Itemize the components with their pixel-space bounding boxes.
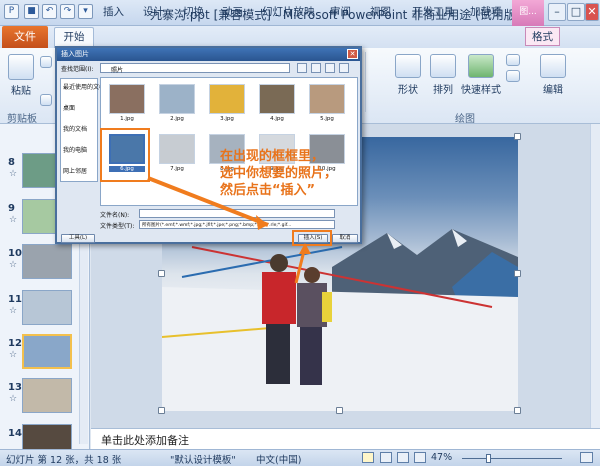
instruction-callout: 在出现的框框里， 选中你想要的照片， 然后点击“插入” <box>220 148 368 199</box>
callout-line-1: 在出现的框框里， <box>220 149 325 164</box>
instruction-arrows <box>147 176 311 284</box>
callout-line-3: 然后点击“插入” <box>220 183 316 198</box>
callout-line-2: 选中你想要的照片， <box>220 166 338 181</box>
arrow-head-icon <box>299 243 311 254</box>
